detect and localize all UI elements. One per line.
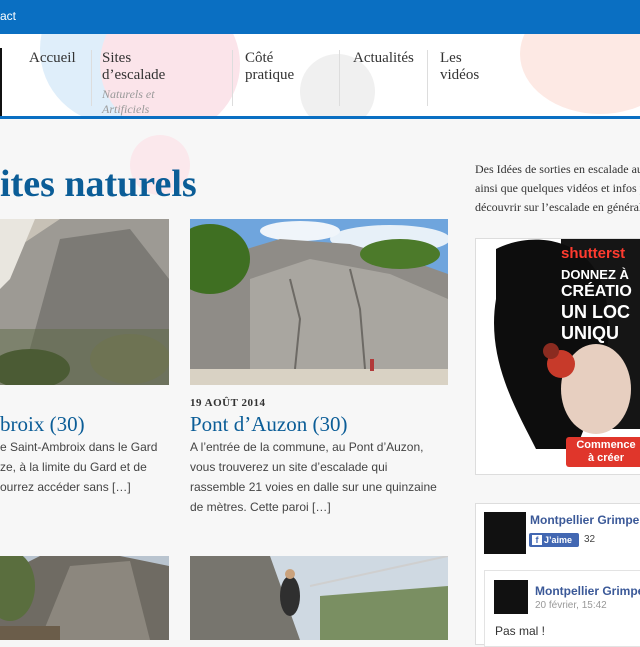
post-text: Pas mal ! — [495, 624, 546, 638]
ad-cta-button[interactable]: Commence à créer — [566, 437, 640, 467]
post-date: 19 AOÛT 2014 — [190, 397, 266, 409]
facebook-icon: f — [532, 535, 542, 545]
contact-link[interactable]: act — [0, 9, 16, 23]
ad-headline: CRÉATIO — [561, 283, 632, 300]
post-excerpt: A l’entrée de la commune, au Pont d’Auzo… — [190, 440, 437, 514]
post-thumbnail[interactable] — [190, 219, 448, 385]
decor-bubble — [520, 34, 640, 114]
post-excerpt: e Saint-Ambroix dans le Gard ze, à la li… — [0, 440, 158, 494]
page-logo[interactable] — [484, 512, 526, 554]
post-author-avatar[interactable] — [494, 580, 528, 614]
sidebar-ad[interactable]: shutterst DONNEZ À CRÉATIO UN LOC UNIQU … — [475, 238, 640, 475]
site-header — [0, 34, 640, 116]
ad-headline: UN LOC — [561, 302, 630, 322]
facebook-page-name[interactable]: Montpellier Grimpe — [530, 513, 639, 527]
post-author[interactable]: Montpellier Grimpe — [535, 584, 640, 598]
nav-item-cote-pratique[interactable]: Côté pratique — [245, 50, 294, 106]
post-title[interactable]: broix (30) — [0, 412, 85, 437]
nav-subtitle: Naturels et Artificiels — [102, 87, 155, 116]
page-title: ites naturels — [0, 163, 197, 205]
nav-separator — [232, 50, 233, 106]
post-timestamp[interactable]: 20 février, 15:42 — [535, 600, 607, 611]
nav-item-videos[interactable]: Les vidéos — [440, 50, 479, 106]
nav-item-accueil[interactable]: Accueil — [29, 50, 76, 106]
ad-brand: shutterst — [561, 245, 626, 262]
site-logo[interactable] — [0, 48, 2, 116]
nav-separator — [91, 50, 92, 106]
post-thumbnail[interactable] — [0, 556, 169, 640]
nav-separator — [427, 50, 428, 106]
nav-item-sites-escalade[interactable]: Sites d’escalade Naturels et Artificiels — [102, 50, 165, 116]
top-bar: act — [0, 0, 640, 34]
sidebar-intro: Des Idées de sorties en escalade aut ain… — [475, 162, 640, 214]
post-thumbnail[interactable] — [0, 219, 169, 385]
post-title[interactable]: Pont d’Auzon (30) — [190, 412, 347, 437]
nav-separator — [339, 50, 340, 106]
like-count: 32 — [584, 534, 596, 545]
nav-item-actualites[interactable]: Actualités — [353, 50, 414, 106]
post-thumbnail[interactable] — [190, 556, 448, 640]
like-button[interactable]: f J’aime — [529, 533, 579, 547]
ad-headline: DONNEZ À — [561, 267, 629, 282]
ad-headline: UNIQU — [561, 323, 619, 343]
